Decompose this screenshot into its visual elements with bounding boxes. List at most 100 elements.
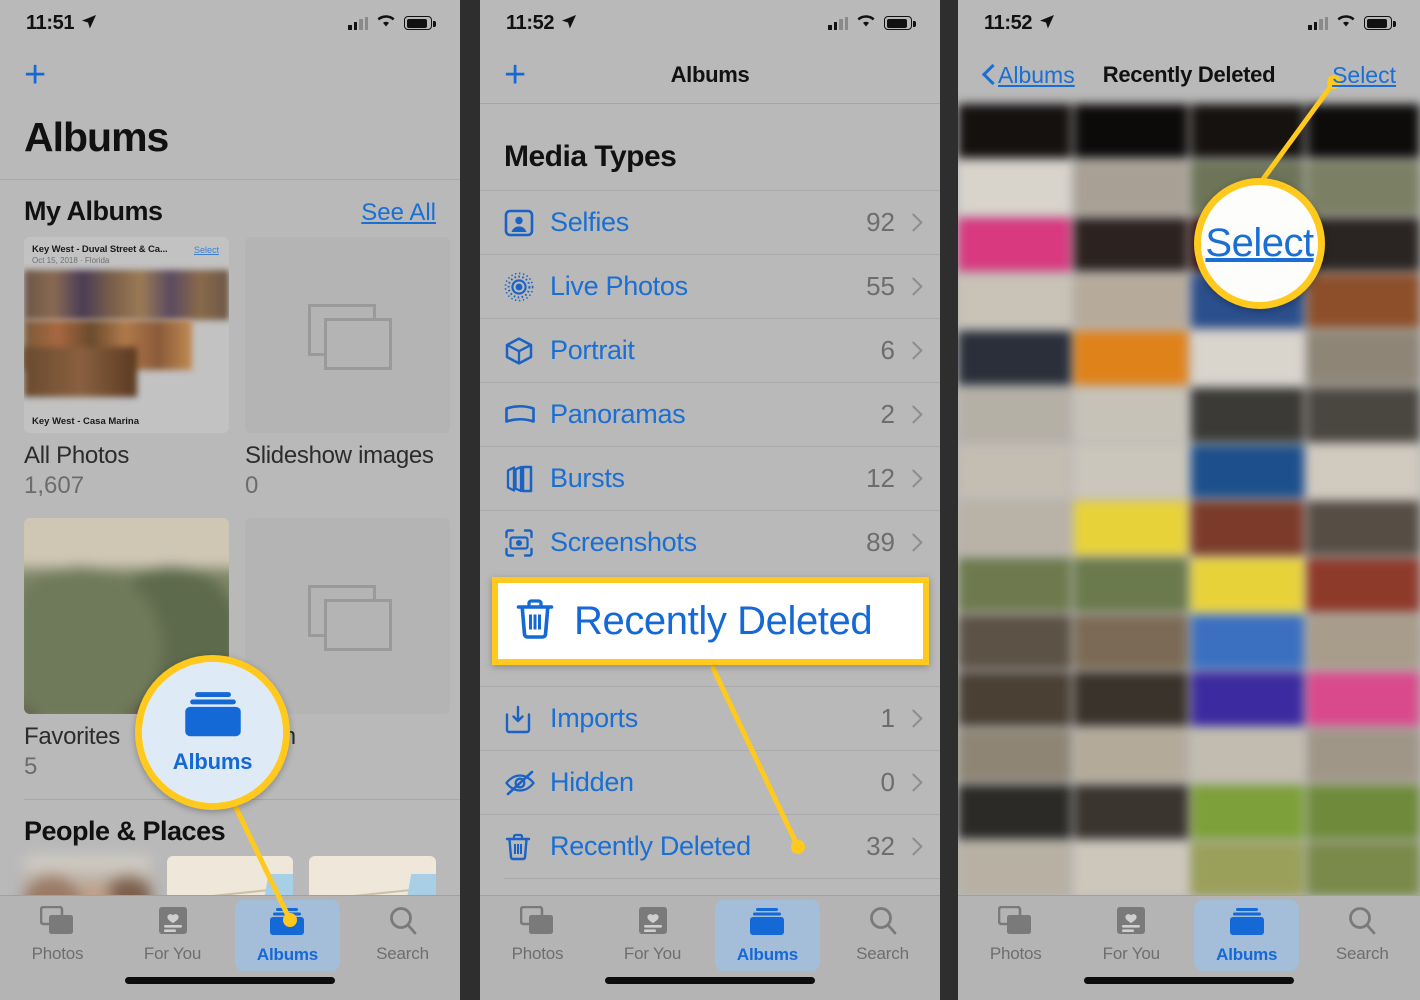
photo-grid-cell[interactable]: [1074, 274, 1188, 329]
photo-grid-cell[interactable]: [1190, 785, 1304, 840]
media-type-row-panoramas[interactable]: Panoramas 2: [480, 382, 940, 446]
other-row-hidden[interactable]: Hidden 0: [480, 750, 940, 814]
photo-grid-cell[interactable]: [1074, 331, 1188, 385]
photo-grid-cell[interactable]: [1074, 444, 1188, 499]
status-bar-left: 11:51: [26, 12, 97, 35]
media-type-count: 2: [880, 399, 895, 429]
photo-grid-cell[interactable]: [1190, 671, 1304, 726]
photo-grid-cell[interactable]: [1306, 387, 1420, 442]
photo-grid-cell[interactable]: [958, 501, 1072, 556]
photo-grid-cell[interactable]: [1306, 501, 1420, 556]
tab-for-you[interactable]: For You: [1074, 902, 1190, 968]
tab-search[interactable]: Search: [345, 902, 460, 968]
photo-grid-cell[interactable]: [1306, 104, 1420, 158]
photo-grid-cell[interactable]: [1306, 671, 1420, 726]
phone-screen-albums-list: 11:51 + Albums My Albums See All Key Wes…: [0, 0, 460, 1000]
photo-grid-cell[interactable]: [958, 785, 1072, 840]
album-cell[interactable]: Key West - Duval Street & Ca... Oct 15, …: [24, 237, 229, 500]
photo-grid-cell[interactable]: [1074, 558, 1188, 613]
photo-grid-cell[interactable]: [958, 558, 1072, 613]
photo-grid-cell[interactable]: [958, 615, 1072, 669]
home-indicator: [1084, 977, 1294, 984]
tab-albums[interactable]: Albums: [710, 899, 825, 971]
photo-grid-cell[interactable]: [958, 104, 1072, 158]
photo-grid-cell[interactable]: [1306, 558, 1420, 613]
tab-albums-pill[interactable]: Albums: [1194, 899, 1300, 971]
tab-search[interactable]: Search: [825, 902, 940, 968]
photo-grid-cell[interactable]: [1306, 160, 1420, 215]
media-type-row-portrait[interactable]: Portrait 6: [480, 318, 940, 382]
photo-grid-cell[interactable]: [1074, 615, 1188, 669]
status-bar: 11:52: [480, 0, 940, 46]
photo-grid-cell[interactable]: [1306, 728, 1420, 783]
album-thumbnail-placeholder[interactable]: [245, 237, 450, 433]
photo-grid-cell[interactable]: [1074, 387, 1188, 442]
other-row-recently-deleted[interactable]: Recently Deleted 32: [480, 814, 940, 878]
photo-grid-cell[interactable]: [1074, 671, 1188, 726]
status-bar-right: [348, 13, 436, 33]
add-album-button[interactable]: +: [504, 56, 526, 94]
photo-grid-cell[interactable]: [1306, 842, 1420, 896]
tab-search[interactable]: Search: [1305, 902, 1420, 968]
tab-photos[interactable]: Photos: [480, 902, 595, 968]
photo-grid-cell[interactable]: [1190, 558, 1304, 613]
photo-grid-cell[interactable]: [958, 728, 1072, 783]
photo-grid-cell[interactable]: [958, 387, 1072, 442]
media-type-row-selfies[interactable]: Selfies 92: [480, 190, 940, 254]
photo-grid-cell[interactable]: [1074, 842, 1188, 896]
photo-grid-cell[interactable]: [1190, 501, 1304, 556]
photo-grid-cell[interactable]: [958, 160, 1072, 215]
album-cell[interactable]: Slideshow images 0: [245, 237, 450, 500]
photo-grid-cell[interactable]: [958, 217, 1072, 272]
photo-grid-cell[interactable]: [1074, 785, 1188, 840]
chevron-right-icon: [907, 469, 918, 488]
photo-grid-cell[interactable]: [1306, 444, 1420, 499]
see-all-link[interactable]: See All: [361, 199, 436, 227]
photo-grid-cell[interactable]: [1190, 331, 1304, 385]
photo-grid-cell[interactable]: [958, 274, 1072, 329]
tab-for-you[interactable]: For You: [595, 902, 710, 968]
tab-albums[interactable]: Albums: [1189, 899, 1305, 971]
media-type-row-bursts[interactable]: Bursts 12: [480, 446, 940, 510]
photo-grid-cell[interactable]: [1190, 615, 1304, 669]
tab-photos[interactable]: Photos: [958, 902, 1074, 968]
photo-grid-cell[interactable]: [958, 444, 1072, 499]
media-type-label: Selfies: [550, 207, 629, 237]
photo-grid-cell[interactable]: [1306, 615, 1420, 669]
tab-albums-pill[interactable]: Albums: [714, 899, 821, 971]
status-time: 11:52: [984, 11, 1033, 34]
tab-list: Photos For You Albums Search: [958, 896, 1420, 971]
photo-grid-cell[interactable]: [1306, 274, 1420, 329]
photo-grid-cell[interactable]: [1190, 728, 1304, 783]
back-to-albums-button[interactable]: Albums: [982, 62, 1075, 89]
photo-grid-cell[interactable]: [1074, 217, 1188, 272]
album-thumbnail-placeholder[interactable]: [245, 518, 450, 714]
photo-grid-cell[interactable]: [1306, 785, 1420, 840]
photo-grid-cell[interactable]: [1306, 331, 1420, 385]
tab-albums[interactable]: Albums: [230, 899, 345, 971]
wifi-icon: [1336, 13, 1356, 33]
photo-grid-cell[interactable]: [1074, 160, 1188, 215]
tab-for-you[interactable]: For You: [115, 902, 230, 968]
photo-grid-cell[interactable]: [1190, 842, 1304, 896]
photo-grid-cell[interactable]: [958, 671, 1072, 726]
add-album-button[interactable]: +: [24, 56, 46, 94]
tab-label: Search: [856, 944, 909, 963]
other-row-imports[interactable]: Imports 1: [480, 686, 940, 750]
select-button[interactable]: Select: [1332, 62, 1396, 89]
photo-grid-cell[interactable]: [958, 842, 1072, 896]
tab-photos[interactable]: Photos: [0, 902, 115, 968]
tab-albums-pill[interactable]: Albums: [234, 899, 341, 971]
media-type-row-live-photos[interactable]: Live Photos 55: [480, 254, 940, 318]
photo-grid-cell[interactable]: [1074, 728, 1188, 783]
photo-grid-cell[interactable]: [1190, 444, 1304, 499]
photo-grid-cell[interactable]: [1190, 104, 1304, 158]
nav-title: Albums: [670, 61, 750, 87]
photo-grid-cell[interactable]: [1190, 387, 1304, 442]
album-thumbnail[interactable]: Key West - Duval Street & Ca... Oct 15, …: [24, 237, 229, 433]
photo-grid-cell[interactable]: [958, 331, 1072, 385]
media-type-row-screenshots[interactable]: Screenshots 89: [480, 510, 940, 574]
photo-grid-cell[interactable]: [1074, 501, 1188, 556]
chevron-right-icon: [907, 709, 918, 728]
photo-grid-cell[interactable]: [1074, 104, 1188, 158]
